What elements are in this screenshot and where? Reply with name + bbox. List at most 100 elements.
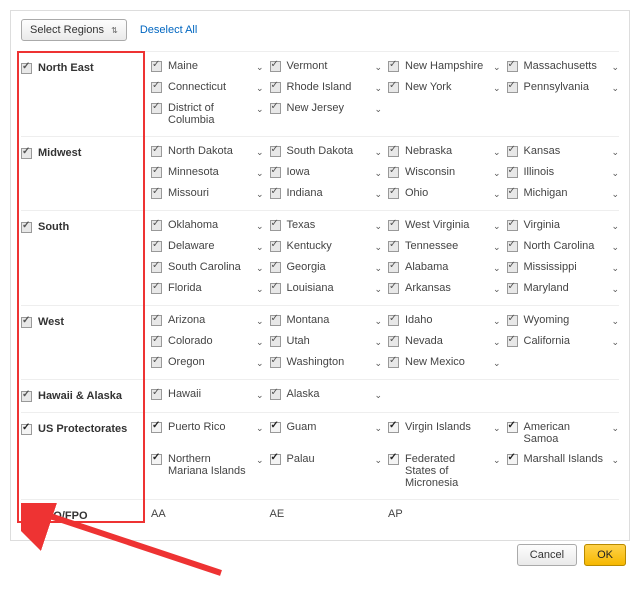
deselect-all-link[interactable]: Deselect All [140,24,197,36]
item-checkbox[interactable] [151,241,162,252]
chevron-down-icon[interactable]: ⌄ [256,337,264,348]
chevron-down-icon[interactable]: ⌄ [374,221,382,232]
item-checkbox[interactable] [388,82,399,93]
chevron-down-icon[interactable]: ⌄ [611,147,619,158]
item-checkbox[interactable] [270,454,281,465]
item-checkbox[interactable] [151,167,162,178]
item-checkbox[interactable] [507,82,518,93]
chevron-down-icon[interactable]: ⌄ [611,242,619,253]
item-checkbox[interactable] [388,146,399,157]
chevron-down-icon[interactable]: ⌄ [374,455,382,466]
item-checkbox[interactable] [270,103,281,114]
chevron-down-icon[interactable]: ⌄ [493,423,501,434]
item-checkbox[interactable] [151,283,162,294]
item-checkbox[interactable] [388,220,399,231]
item-checkbox[interactable] [507,422,518,433]
chevron-down-icon[interactable]: ⌄ [256,168,264,179]
item-checkbox[interactable] [151,336,162,347]
region-checkbox-south[interactable] [21,222,32,233]
chevron-down-icon[interactable]: ⌄ [374,337,382,348]
chevron-down-icon[interactable]: ⌄ [374,242,382,253]
chevron-down-icon[interactable]: ⌄ [493,221,501,232]
chevron-down-icon[interactable]: ⌄ [374,284,382,295]
chevron-down-icon[interactable]: ⌄ [374,83,382,94]
item-checkbox[interactable] [507,188,518,199]
item-checkbox[interactable] [270,220,281,231]
chevron-down-icon[interactable]: ⌄ [374,390,382,401]
select-regions-button[interactable]: Select Regions ⇅ [21,19,127,41]
item-checkbox[interactable] [507,241,518,252]
cancel-button[interactable]: Cancel [517,544,577,566]
item-checkbox[interactable] [388,315,399,326]
item-checkbox[interactable] [151,454,162,465]
chevron-down-icon[interactable]: ⌄ [256,62,264,73]
item-checkbox[interactable] [388,262,399,273]
chevron-down-icon[interactable]: ⌄ [611,189,619,200]
item-checkbox[interactable] [270,167,281,178]
item-checkbox[interactable] [151,262,162,273]
region-checkbox-hawaii-alaska[interactable] [21,391,32,402]
chevron-down-icon[interactable]: ⌄ [256,263,264,274]
item-checkbox[interactable] [270,336,281,347]
item-checkbox[interactable] [151,61,162,72]
chevron-down-icon[interactable]: ⌄ [493,284,501,295]
item-checkbox[interactable] [507,283,518,294]
item-checkbox[interactable] [388,454,399,465]
chevron-down-icon[interactable]: ⌄ [493,242,501,253]
chevron-down-icon[interactable]: ⌄ [374,358,382,369]
item-checkbox[interactable] [507,146,518,157]
item-checkbox[interactable] [388,422,399,433]
chevron-down-icon[interactable]: ⌄ [493,147,501,158]
chevron-down-icon[interactable]: ⌄ [611,455,619,466]
chevron-down-icon[interactable]: ⌄ [611,316,619,327]
chevron-down-icon[interactable]: ⌄ [611,337,619,348]
item-checkbox[interactable] [507,167,518,178]
chevron-down-icon[interactable]: ⌄ [611,423,619,434]
item-checkbox[interactable] [151,82,162,93]
chevron-down-icon[interactable]: ⌄ [611,263,619,274]
item-checkbox[interactable] [151,422,162,433]
chevron-down-icon[interactable]: ⌄ [374,189,382,200]
chevron-down-icon[interactable]: ⌄ [493,337,501,348]
chevron-down-icon[interactable]: ⌄ [493,316,501,327]
item-checkbox[interactable] [388,283,399,294]
region-checkbox-midwest[interactable] [21,148,32,159]
item-checkbox[interactable] [388,336,399,347]
region-checkbox-apo-fpo[interactable] [21,511,32,522]
region-checkbox-us-protectorates[interactable] [21,424,32,435]
item-checkbox[interactable] [151,103,162,114]
chevron-down-icon[interactable]: ⌄ [256,242,264,253]
chevron-down-icon[interactable]: ⌄ [493,62,501,73]
chevron-down-icon[interactable]: ⌄ [256,284,264,295]
chevron-down-icon[interactable]: ⌄ [256,189,264,200]
item-checkbox[interactable] [507,61,518,72]
chevron-down-icon[interactable]: ⌄ [493,358,501,369]
chevron-down-icon[interactable]: ⌄ [611,168,619,179]
chevron-down-icon[interactable]: ⌄ [374,316,382,327]
chevron-down-icon[interactable]: ⌄ [374,263,382,274]
chevron-down-icon[interactable]: ⌄ [256,423,264,434]
chevron-down-icon[interactable]: ⌄ [256,147,264,158]
item-checkbox[interactable] [507,220,518,231]
item-checkbox[interactable] [270,315,281,326]
region-checkbox-west[interactable] [21,317,32,328]
chevron-down-icon[interactable]: ⌄ [611,62,619,73]
chevron-down-icon[interactable]: ⌄ [611,221,619,232]
chevron-down-icon[interactable]: ⌄ [493,455,501,466]
item-checkbox[interactable] [388,61,399,72]
item-checkbox[interactable] [507,262,518,273]
item-checkbox[interactable] [388,241,399,252]
chevron-down-icon[interactable]: ⌄ [374,62,382,73]
item-checkbox[interactable] [388,188,399,199]
item-checkbox[interactable] [270,188,281,199]
chevron-down-icon[interactable]: ⌄ [256,104,264,115]
chevron-down-icon[interactable]: ⌄ [256,455,264,466]
chevron-down-icon[interactable]: ⌄ [374,168,382,179]
item-checkbox[interactable] [151,220,162,231]
chevron-down-icon[interactable]: ⌄ [493,263,501,274]
chevron-down-icon[interactable]: ⌄ [493,83,501,94]
item-checkbox[interactable] [388,357,399,368]
chevron-down-icon[interactable]: ⌄ [611,284,619,295]
chevron-down-icon[interactable]: ⌄ [256,316,264,327]
ok-button[interactable]: OK [584,544,626,566]
